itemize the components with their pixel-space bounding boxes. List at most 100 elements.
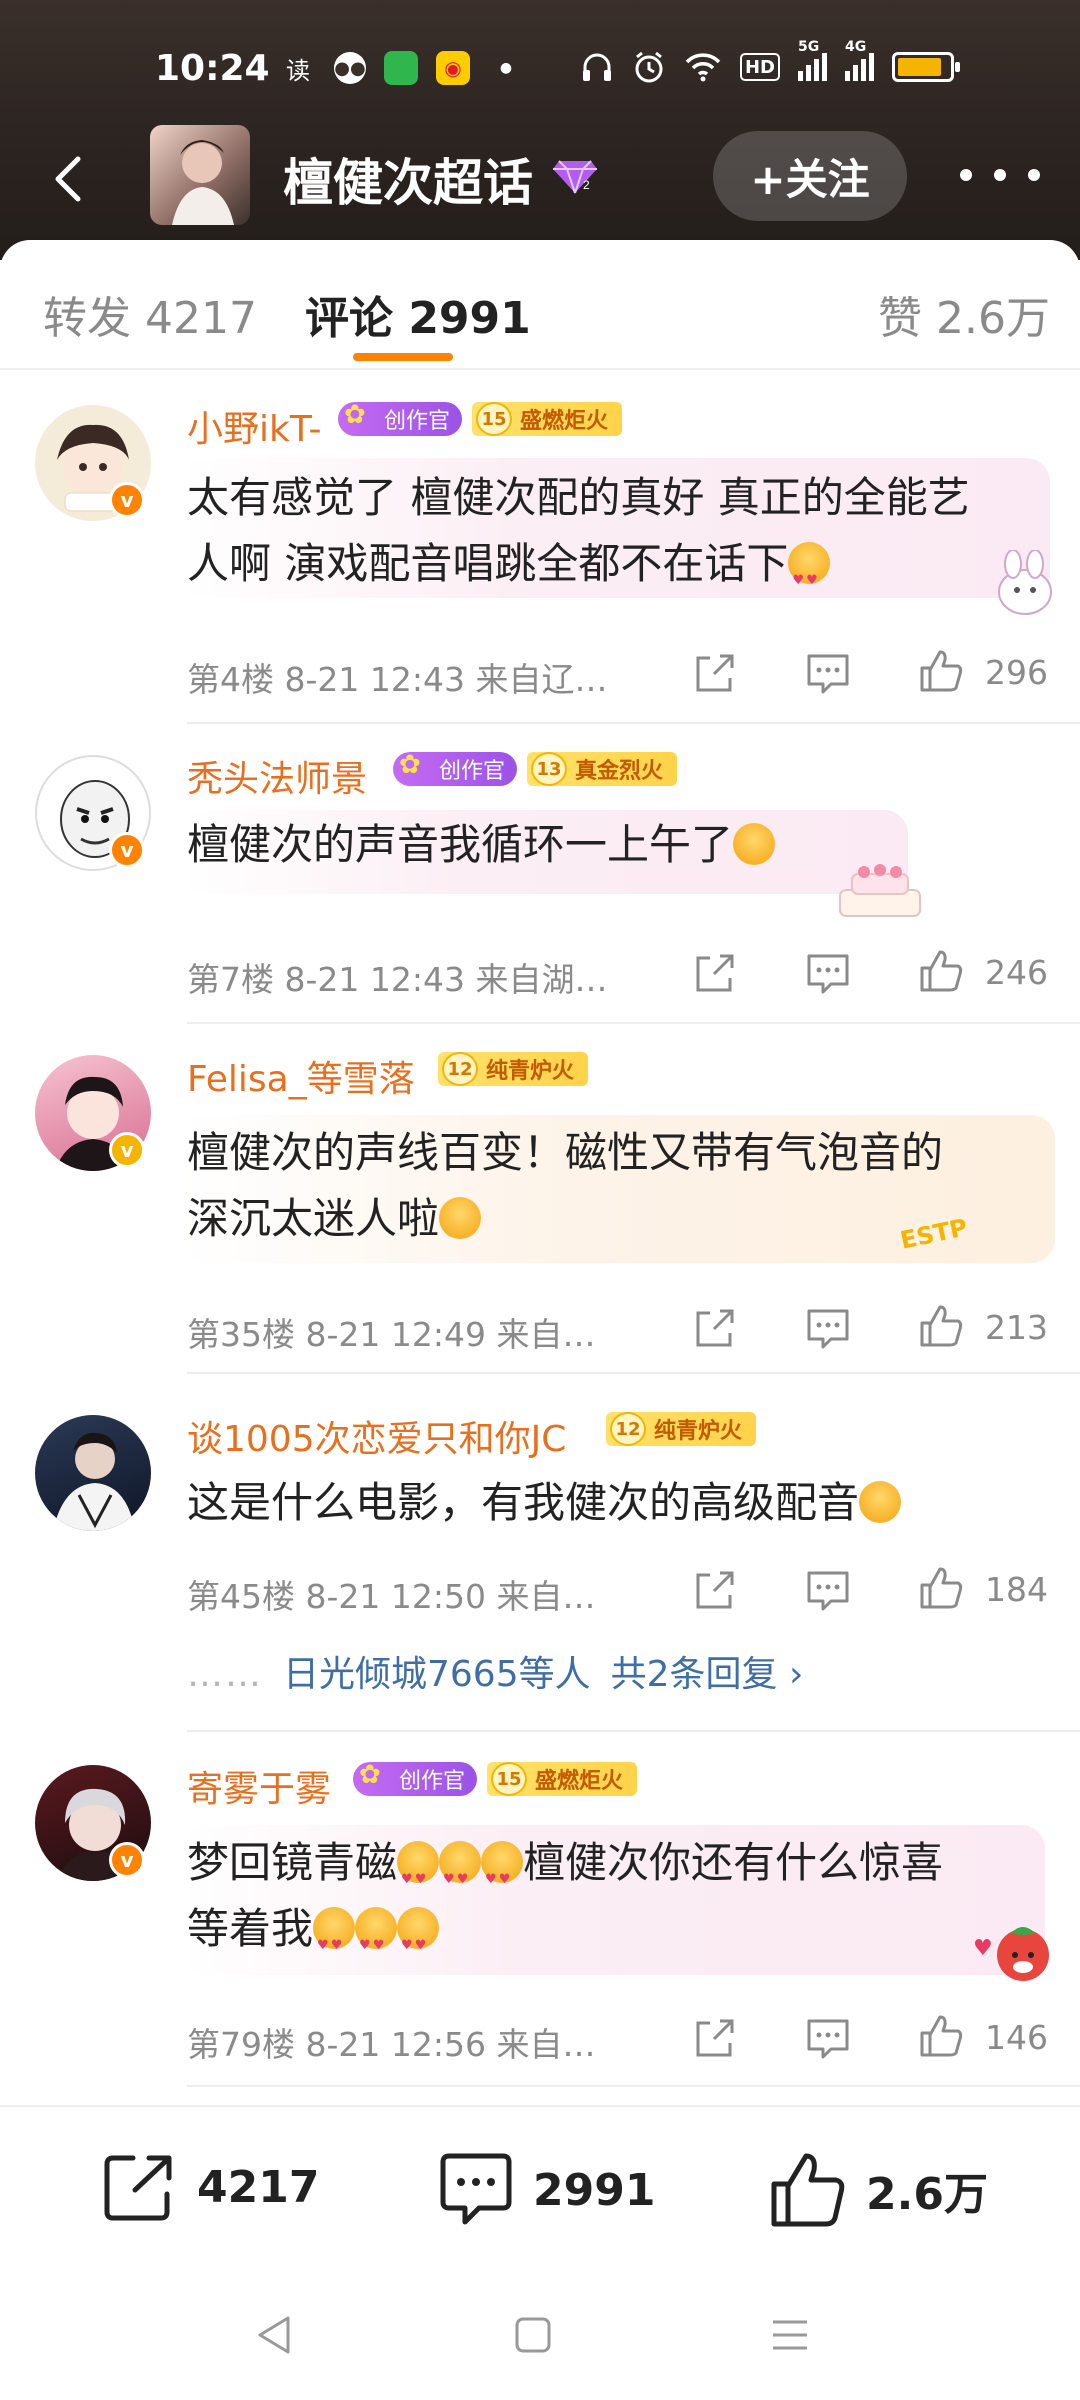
- reply-summary[interactable]: …… 日光倾城7665等人 共2条回复 ›: [187, 1645, 803, 1697]
- comment-text: 这是什么电影，有我健次的高级配音: [187, 1470, 1047, 1536]
- topic-avatar[interactable]: [150, 125, 250, 225]
- comment-divider: [187, 1372, 1080, 1374]
- headphones-icon: [583, 53, 611, 81]
- comment-icon[interactable]: [805, 650, 851, 696]
- cake-decoration-icon: [839, 864, 921, 917]
- shy-emoji-icon: [733, 823, 776, 865]
- like-count: 184: [985, 1570, 1048, 1609]
- comment-icon: [440, 2153, 512, 2225]
- fan-level-badge[interactable]: 15 盛燃炬火: [487, 1762, 638, 1796]
- signal-4g-icon: 4G: [845, 39, 874, 81]
- comment-meta: 第79楼 8-21 12:56 来自…: [187, 2025, 596, 2064]
- status-time: 10:24: [155, 48, 270, 89]
- avatar[interactable]: [35, 1415, 151, 1531]
- like-count: 246: [985, 953, 1048, 992]
- tab-reposts[interactable]: 转发 4217: [43, 282, 257, 346]
- comment-meta: 第45楼 8-21 12:50 来自…: [187, 1577, 596, 1616]
- bunny-decoration-icon: [998, 550, 1052, 615]
- creator-badge[interactable]: 创作官: [353, 1760, 478, 1796]
- repost-icon: [104, 2155, 172, 2221]
- nav-back-icon[interactable]: [250, 2310, 300, 2360]
- nav-menu-icon[interactable]: [765, 2310, 815, 2360]
- comment-count: 2991: [533, 2164, 656, 2216]
- fan-level-badge[interactable]: 12 纯青炉火: [438, 1052, 589, 1086]
- share-icon[interactable]: [692, 1567, 738, 1613]
- heart-eyes-emoji-icon: [397, 1841, 440, 1913]
- wifi-icon: [685, 53, 721, 82]
- comment-username[interactable]: 小野ikT-: [187, 400, 322, 452]
- comment-icon[interactable]: [805, 1305, 851, 1351]
- share-icon[interactable]: [692, 1305, 738, 1351]
- read-icon: 读: [286, 56, 310, 85]
- like-count: 213: [985, 1308, 1048, 1347]
- verified-badge-icon: v: [109, 1842, 145, 1878]
- like-icon[interactable]: [918, 2013, 964, 2059]
- user-badges: 创作官 15盛燃炬火: [353, 1760, 638, 1796]
- comment-divider: [187, 722, 1080, 724]
- heart-eyes-emoji-icon: [788, 542, 831, 614]
- message-app-icon: [384, 51, 418, 85]
- reply-names: 日光倾城7665等人: [283, 1654, 591, 1695]
- comment-icon[interactable]: [805, 2015, 851, 2061]
- user-badges: 创作官 13真金烈火: [393, 750, 678, 786]
- signal-5g-icon: 5G: [798, 39, 827, 81]
- more-options-icon[interactable]: [960, 150, 1040, 200]
- like-count: 2.6万: [866, 2169, 988, 2220]
- like-icon[interactable]: [918, 648, 964, 694]
- repost-count: 4217: [197, 2161, 320, 2213]
- creator-badge[interactable]: 创作官: [338, 400, 463, 436]
- status-notification-icons: 读 ●● ◉ ●: [280, 50, 524, 86]
- heart-eyes-emoji-icon: [313, 1907, 356, 1979]
- like-count: 146: [985, 2018, 1048, 2057]
- verified-badge-icon: v: [109, 482, 145, 518]
- follow-button[interactable]: +关注: [713, 131, 907, 221]
- fan-level-badge[interactable]: 15 盛燃炬火: [472, 402, 623, 436]
- comment-text: 梦回镜青磁檀健次你还有什么惊喜 等着我: [187, 1830, 1047, 1979]
- tab-bar: 转发 4217 评论 2991 赞 2.6万: [0, 240, 1080, 370]
- comment-meta: 第7楼 8-21 12:43 来自湖…: [187, 960, 608, 999]
- share-icon[interactable]: [692, 2015, 738, 2061]
- alarm-icon: [635, 51, 663, 83]
- user-badges: 12 纯青炉火: [606, 1412, 757, 1446]
- user-badges: 12 纯青炉火: [438, 1052, 589, 1086]
- comment-username[interactable]: 寄雾于雾: [187, 1760, 331, 1812]
- status-system-icons: HD 5G 4G: [580, 39, 960, 84]
- shy-emoji-icon: [859, 1481, 902, 1523]
- status-bar: 10:24 读 ●● ◉ ● HD 5G 4G: [0, 0, 1080, 130]
- fan-level-badge[interactable]: 13 真金烈火: [527, 752, 678, 786]
- comment-username[interactable]: 秃头法师景: [187, 750, 367, 802]
- back-icon[interactable]: [40, 149, 100, 209]
- fan-level-badge[interactable]: 12 纯青炉火: [606, 1412, 757, 1446]
- comment-username[interactable]: Felisa_等雪落: [187, 1050, 415, 1102]
- creator-badge[interactable]: 创作官: [393, 750, 518, 786]
- verified-badge-icon: v: [109, 832, 145, 868]
- bottom-action-bar: 4217 2991 2.6万: [0, 2105, 1080, 2265]
- weibo-icon: ◉: [436, 51, 470, 85]
- tab-comments[interactable]: 评论 2991: [305, 282, 531, 346]
- battery-icon: [892, 52, 960, 82]
- comment-text: 太有感觉了 檀健次配的真好 真正的全能艺 人啊 演戏配音唱跳全都不在话下: [187, 465, 1047, 614]
- share-icon[interactable]: [692, 950, 738, 996]
- nav-bar: 檀健次超话 2 +关注: [0, 125, 1080, 245]
- comment-icon[interactable]: [805, 1567, 851, 1613]
- system-navigation-bar: [0, 2265, 1080, 2400]
- like-button[interactable]: 2.6万: [770, 2152, 988, 2228]
- tab-likes[interactable]: 赞 2.6万: [878, 282, 1050, 346]
- comment-divider: [187, 1730, 1080, 1732]
- like-icon[interactable]: [918, 1303, 964, 1349]
- heart-eyes-emoji-icon: [481, 1841, 524, 1913]
- comment-icon[interactable]: [805, 950, 851, 996]
- comment-button[interactable]: 2991: [437, 2152, 655, 2228]
- dot-icon: ●: [499, 60, 513, 76]
- comment-username[interactable]: 谈1005次恋爱只和你JC: [187, 1410, 566, 1462]
- like-icon[interactable]: [918, 948, 964, 994]
- shy-emoji-icon: [439, 1197, 482, 1239]
- like-icon[interactable]: [918, 1565, 964, 1611]
- like-count: 296: [985, 653, 1048, 692]
- hd-icon: HD: [740, 53, 780, 81]
- diamond-level-icon: 2: [553, 160, 597, 194]
- verified-badge-icon: v: [109, 1132, 145, 1168]
- repost-button[interactable]: 4217: [103, 2152, 319, 2222]
- share-icon[interactable]: [692, 650, 738, 696]
- nav-home-icon[interactable]: [508, 2310, 558, 2360]
